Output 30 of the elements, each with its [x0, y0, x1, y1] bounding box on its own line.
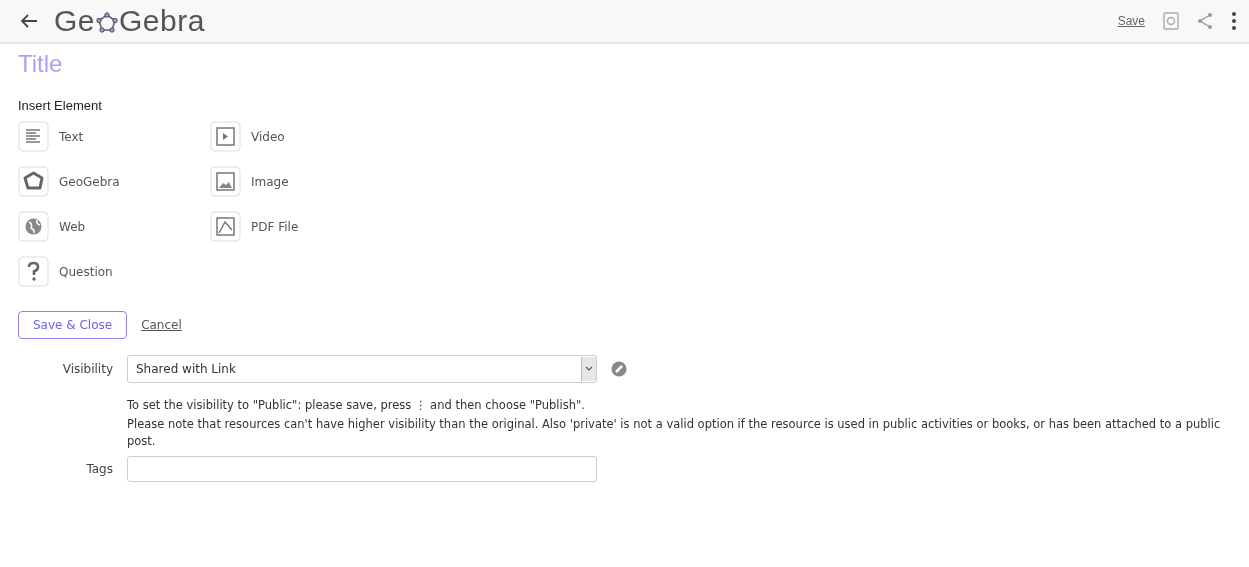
insert-element-item[interactable]: Web	[18, 211, 210, 242]
insert-element-item[interactable]: Question	[18, 256, 210, 287]
globe-icon	[18, 211, 49, 242]
play-icon	[210, 121, 241, 152]
logo-text: Ge	[54, 4, 96, 38]
section-heading: Insert Element	[18, 98, 103, 113]
more-menu-icon[interactable]	[1231, 11, 1237, 31]
visibility-dropdown[interactable]: Shared with Link	[127, 355, 597, 383]
pdf-icon	[210, 211, 241, 242]
insert-element-item[interactable]: Image	[210, 166, 410, 197]
caret-icon	[581, 357, 596, 381]
logo-icon	[96, 12, 119, 34]
info-text: Please note that resources can't have higher visibility than the original. Also 'private' is not a valid option if the resource is used in public activities or books, or has been attached to a public post.	[127, 416, 1222, 450]
save-link[interactable]: Save	[1117, 14, 1145, 28]
landscape-image-icon	[210, 166, 241, 197]
cancel-link[interactable]: Cancel	[141, 318, 182, 332]
insert-element-item[interactable]: GeoGebra	[18, 166, 210, 197]
text-lines-icon	[18, 121, 49, 152]
field-label: Tags	[85, 462, 113, 476]
question-mark-icon	[18, 256, 49, 287]
camera-icon[interactable]	[1163, 12, 1179, 30]
logo-text: Gebra	[119, 4, 205, 38]
insert-element-item[interactable]: Video	[210, 121, 410, 152]
tags-field[interactable]	[127, 456, 597, 482]
insert-element-item[interactable]: Text	[18, 121, 210, 152]
field-label: Visibility	[61, 362, 113, 376]
insert-element-item[interactable]: PDF File	[210, 211, 410, 242]
info-text: To set the visibility to "Public": please save, press ⋮ and then choose "Publish".	[127, 397, 586, 414]
save-close-button[interactable]: Save & Close	[18, 311, 128, 339]
share-icon[interactable]	[1197, 12, 1213, 30]
